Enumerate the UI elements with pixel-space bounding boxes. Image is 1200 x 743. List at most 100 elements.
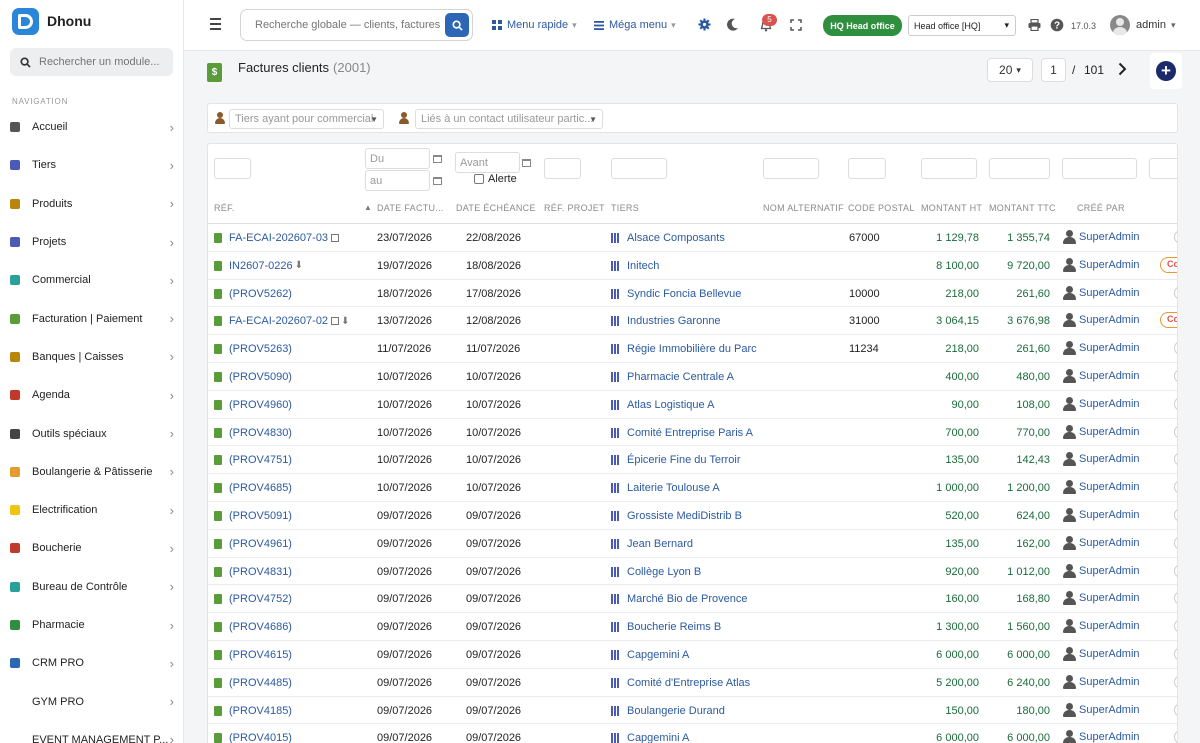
filter-date-to-input[interactable]: au: [365, 170, 430, 191]
filter-date-from-input[interactable]: Du: [365, 148, 430, 169]
table-row[interactable]: (PROV4185) 09/07/2026 09/07/2026 Boulangeri…: [208, 697, 1177, 725]
document-preview-icon[interactable]: [331, 234, 340, 242]
author-link[interactable]: SuperAdmin: [1063, 313, 1140, 328]
author-link[interactable]: SuperAdmin: [1063, 341, 1140, 356]
sidebar-item[interactable]: Bureau de Contrôle ›: [0, 568, 184, 606]
invoice-ref-link[interactable]: (PROV5091): [214, 510, 292, 522]
filter-ttc-input[interactable]: [989, 158, 1050, 179]
global-search-button[interactable]: [445, 13, 469, 37]
invoice-ref-link[interactable]: (PROV5262): [214, 288, 292, 300]
page-input[interactable]: 1: [1041, 58, 1066, 82]
alert-checkbox[interactable]: [474, 174, 484, 184]
sidebar-item[interactable]: Banques | Caisses ›: [0, 338, 184, 376]
table-row[interactable]: (PROV4961) 09/07/2026 09/07/2026 Jean Berna…: [208, 530, 1177, 558]
filter-altname-input[interactable]: [763, 158, 819, 179]
filter-author-input[interactable]: [1062, 158, 1137, 179]
col-project[interactable]: RÉF. PROJET: [544, 203, 605, 213]
col-altname[interactable]: NOM ALTERNATIF: [763, 203, 844, 213]
gear-icon[interactable]: [698, 18, 711, 31]
filter-cp-input[interactable]: [848, 158, 886, 179]
tiers-link[interactable]: Comité Entreprise Paris A: [611, 427, 753, 439]
sidebar-item[interactable]: Accueil ›: [0, 108, 184, 146]
table-row[interactable]: (PROV4960) 10/07/2026 10/07/2026 Atlas Logi…: [208, 391, 1177, 419]
alert-filter[interactable]: Alerte: [474, 173, 517, 185]
author-link[interactable]: SuperAdmin: [1063, 257, 1140, 272]
author-link[interactable]: SuperAdmin: [1063, 646, 1140, 661]
col-ht[interactable]: MONTANT HT: [921, 203, 982, 213]
tiers-link[interactable]: Boulangerie Durand: [611, 705, 725, 717]
sidebar-item[interactable]: Facturation | Paiement ›: [0, 299, 184, 337]
tiers-link[interactable]: Alsace Composants: [611, 232, 725, 244]
mega-menu[interactable]: Méga menu ▾: [594, 19, 676, 31]
col-date[interactable]: DATE FACTU...: [377, 203, 444, 213]
tiers-link[interactable]: Jean Bernard: [611, 538, 693, 550]
table-row[interactable]: (PROV4831) 09/07/2026 09/07/2026 Collège Ly…: [208, 558, 1177, 586]
author-link[interactable]: SuperAdmin: [1063, 730, 1140, 743]
tiers-link[interactable]: Régie Immobilière du Parc: [611, 343, 757, 355]
module-search-input[interactable]: [39, 56, 169, 68]
table-row[interactable]: (PROV4686) 09/07/2026 09/07/2026 Boucherie …: [208, 613, 1177, 641]
invoice-ref-link[interactable]: (PROV4615): [214, 649, 292, 661]
author-link[interactable]: SuperAdmin: [1063, 480, 1140, 495]
invoice-ref-link[interactable]: (PROV4685): [214, 482, 292, 494]
tiers-link[interactable]: Comité d'Entreprise Atlas: [611, 677, 750, 689]
tiers-link[interactable]: Épicerie Fine du Terroir: [611, 454, 741, 466]
tiers-link[interactable]: Capgemini A: [611, 649, 689, 661]
author-link[interactable]: SuperAdmin: [1063, 674, 1140, 689]
calendar-icon[interactable]: [433, 177, 442, 185]
fullscreen-icon[interactable]: [790, 19, 802, 31]
table-row[interactable]: (PROV5263) 11/07/2026 11/07/2026 Régie Immo…: [208, 335, 1177, 363]
table-row[interactable]: (PROV4830) 10/07/2026 10/07/2026 Comité Ent…: [208, 419, 1177, 447]
table-row[interactable]: FA-ECAI-202607-03 23/07/2026 22/08/2026 Als…: [208, 224, 1177, 252]
invoice-ref-link[interactable]: (PROV4185): [214, 705, 292, 717]
calendar-icon[interactable]: [433, 155, 442, 163]
global-search-input[interactable]: [255, 19, 440, 31]
sidebar-item[interactable]: Commercial ›: [0, 261, 184, 299]
invoice-ref-link[interactable]: (PROV4485): [214, 677, 292, 689]
tiers-link[interactable]: Laiterie Toulouse A: [611, 482, 720, 494]
printer-icon[interactable]: [1028, 19, 1041, 31]
author-link[interactable]: SuperAdmin: [1063, 396, 1140, 411]
sidebar-item[interactable]: Pharmacie ›: [0, 606, 184, 644]
filter-status-input[interactable]: [1149, 158, 1177, 179]
document-preview-icon[interactable]: [331, 317, 340, 326]
next-page-icon[interactable]: [1118, 62, 1127, 76]
col-cp[interactable]: CODE POSTAL: [848, 203, 915, 213]
col-ref[interactable]: RÉF.: [214, 203, 235, 213]
table-row[interactable]: (PROV4751) 10/07/2026 10/07/2026 Épicerie F…: [208, 446, 1177, 475]
author-link[interactable]: SuperAdmin: [1063, 368, 1140, 383]
tiers-link[interactable]: Grossiste MediDistrib B: [611, 510, 742, 522]
invoice-ref-link[interactable]: (PROV4686): [214, 621, 292, 633]
tiers-link[interactable]: Boucherie Reims B: [611, 621, 721, 633]
filter-ht-input[interactable]: [921, 158, 977, 179]
table-row[interactable]: (PROV4615) 09/07/2026 09/07/2026 Capgemini …: [208, 641, 1177, 669]
tiers-link[interactable]: Syndic Foncia Bellevue: [611, 288, 741, 300]
per-page-select[interactable]: 20 ▾: [987, 58, 1033, 82]
dark-mode-icon[interactable]: [727, 18, 739, 31]
filter-ref-input[interactable]: [214, 158, 251, 179]
author-link[interactable]: SuperAdmin: [1063, 702, 1140, 717]
global-search[interactable]: [240, 9, 473, 41]
invoice-ref-link[interactable]: FA-ECAI-202607-03: [214, 232, 340, 244]
invoice-ref-link[interactable]: IN2607-0226 ⬇: [214, 260, 303, 272]
author-link[interactable]: SuperAdmin: [1063, 535, 1140, 550]
author-link[interactable]: SuperAdmin: [1063, 452, 1140, 467]
module-search[interactable]: [10, 48, 173, 76]
sidebar-item[interactable]: GYM PRO ›: [0, 682, 184, 720]
sidebar-item[interactable]: Boucherie ›: [0, 529, 184, 567]
tiers-link[interactable]: Industries Garonne: [611, 315, 721, 327]
download-icon[interactable]: ⬇: [341, 316, 349, 327]
user-menu[interactable]: admin ▾: [1110, 15, 1176, 35]
tiers-link[interactable]: Marché Bio de Provence: [611, 593, 747, 605]
table-row[interactable]: (PROV5262) 18/07/2026 17/08/2026 Syndic Fon…: [208, 280, 1177, 308]
hamburger-menu-icon[interactable]: [210, 18, 221, 33]
filter-contact-select[interactable]: Liés à un contact utilisateur partic... ▼: [415, 109, 603, 129]
table-row[interactable]: (PROV4015) 09/07/2026 09/07/2026 Capgemini …: [208, 724, 1177, 743]
tiers-link[interactable]: Capgemini A: [611, 732, 689, 743]
sort-asc-icon[interactable]: ▲: [364, 203, 372, 212]
filter-project-input[interactable]: [544, 158, 581, 179]
table-row[interactable]: (PROV4752) 09/07/2026 09/07/2026 Marché Bio…: [208, 585, 1177, 614]
author-link[interactable]: SuperAdmin: [1063, 507, 1140, 522]
invoice-ref-link[interactable]: FA-ECAI-202607-02 ⬇: [214, 315, 349, 327]
invoice-ref-link[interactable]: (PROV4961): [214, 538, 292, 550]
